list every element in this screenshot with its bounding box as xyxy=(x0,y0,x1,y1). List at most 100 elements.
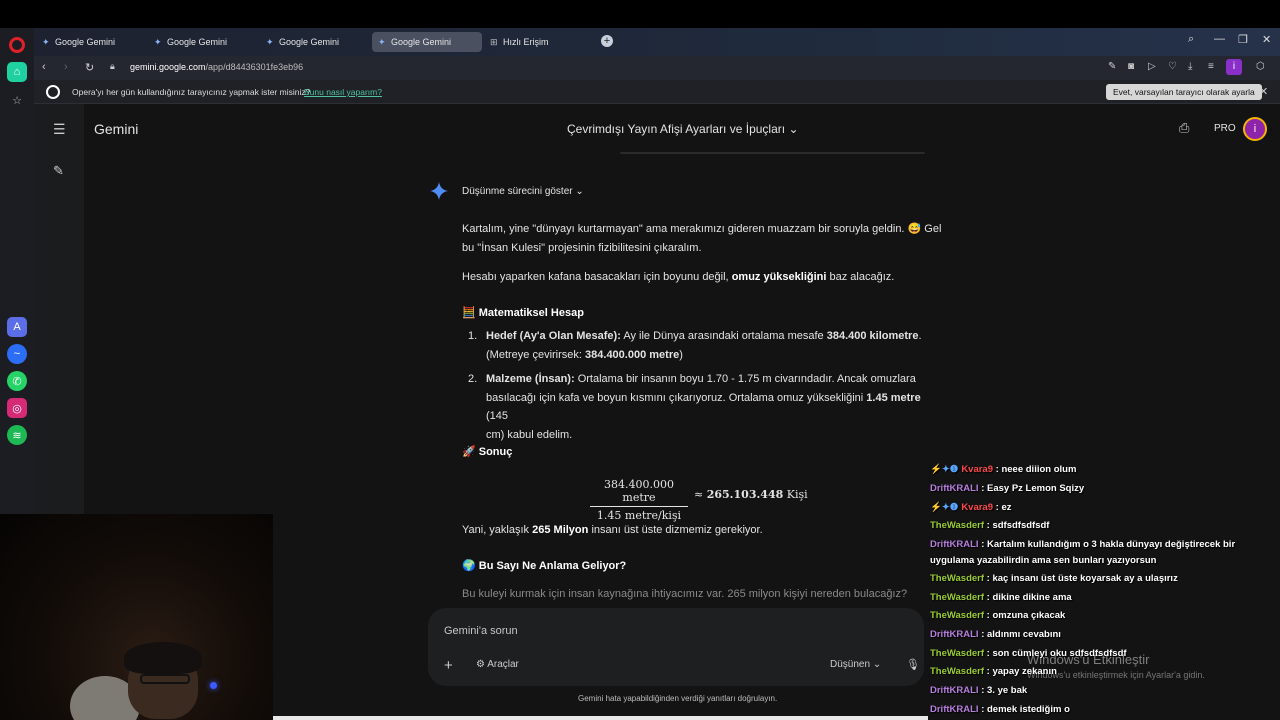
add-icon[interactable]: + xyxy=(444,657,453,674)
app-title: Gemini xyxy=(94,121,139,137)
tab-gemini-2[interactable]: ✦ Google Gemini xyxy=(148,32,258,52)
home-icon[interactable]: ⌂ xyxy=(7,62,27,82)
spotify-icon[interactable]: ≋ xyxy=(7,425,27,445)
chat-message: DriftKRALI : 3. ye bak xyxy=(930,685,1028,696)
tab-gemini-1[interactable]: ✦ Google Gemini xyxy=(36,32,146,52)
divider xyxy=(620,152,925,154)
avatar[interactable]: i xyxy=(1243,117,1267,141)
tools-button[interactable]: ⚙ Araçlar xyxy=(476,659,519,670)
gemini-icon: ✦ xyxy=(266,36,274,47)
webcam-light xyxy=(210,682,217,689)
tab-speed-dial[interactable]: ⊞ Hızlı Erişim xyxy=(484,32,594,52)
tab-gemini-active[interactable]: ✦ Google Gemini xyxy=(372,32,482,52)
prompt-input[interactable]: Gemini'a sorun xyxy=(444,625,518,637)
address-bar: ‹ › ↻ 🔒︎ gemini.google.com/app/d84436301… xyxy=(34,56,1280,80)
tab-bar: ✦ Google Gemini ✦ Google Gemini ✦ Google Ge… xyxy=(34,28,1280,56)
bottom-strip xyxy=(273,716,928,720)
tools-icon: ⚙ xyxy=(476,659,485,670)
show-thinking-toggle[interactable]: Düşünme sürecini göster ⌄ xyxy=(462,186,584,197)
gemini-icon: ✦ xyxy=(378,36,386,47)
heading-meaning: 🌍 Bu Sayı Ne Anlama Geliyor? xyxy=(462,560,627,572)
opera-logo-icon xyxy=(46,85,60,99)
disclaimer: Gemini hata yapabildiğinden verdiği yanı… xyxy=(578,694,778,703)
chat-message: ⚡✦❶ Kvara9 : ez xyxy=(930,502,1012,513)
play-icon[interactable]: ▷ xyxy=(1148,61,1156,72)
list-number: 1. xyxy=(468,330,478,342)
search-icon[interactable]: ⌕ xyxy=(1188,33,1194,46)
list-number: 2. xyxy=(468,373,478,385)
windows-activation-subtitle: Windows'u etkinleştirmek için Ayarlar'a … xyxy=(1027,670,1205,680)
chevron-down-icon: ⌄ xyxy=(788,122,799,136)
formula-result: ≈ 265.103.448 Kişi xyxy=(694,488,808,501)
gemini-spark-icon xyxy=(430,182,448,200)
list-item-target: Hedef (Ay'a Olan Mesafe): Ay ile Dünya a… xyxy=(486,330,922,361)
whatsapp-icon[interactable]: ✆ xyxy=(7,371,27,391)
hamburger-menu-icon[interactable]: ☰ xyxy=(53,121,66,138)
chat-message: DriftKRALI : aldınmı cevabını xyxy=(930,629,1061,640)
download-icon[interactable]: ⤓ xyxy=(1188,61,1192,72)
heart-icon[interactable]: ♡ xyxy=(1168,61,1177,72)
box-icon[interactable]: ⬡ xyxy=(1256,61,1265,72)
menu-icon[interactable]: ≡ xyxy=(1208,61,1214,72)
reload-icon[interactable]: ↻ xyxy=(85,61,94,74)
restore-icon[interactable]: ❐ xyxy=(1238,33,1248,46)
chat-message: DriftKRALI : demek istediğim o xyxy=(930,704,1070,715)
windows-activation-title: Windows'u Etkinleştir xyxy=(1027,652,1150,667)
chat-message: TheWasderf : kaç insanı üst üste koyarsa… xyxy=(930,573,1178,584)
chevron-down-icon: ⌄ xyxy=(872,659,882,670)
aria-icon[interactable]: A xyxy=(7,317,27,337)
heading-result: 🚀 Sonuç xyxy=(462,446,513,458)
heading-math: 🧮 Matematiksel Hesap xyxy=(462,307,584,319)
top-strip xyxy=(0,0,1280,28)
webcam-glasses xyxy=(140,674,190,684)
prompt-box: Gemini'a sorun + ⚙ Araçlar Düşünen ⌄ 🎙︎ xyxy=(428,608,924,686)
edit-icon[interactable]: ✎ xyxy=(1108,61,1116,72)
star-icon[interactable]: ☆ xyxy=(7,90,27,110)
default-browser-infobar: Opera'yı her gün kullandığınız tarayıcın… xyxy=(34,80,1280,104)
webcam-hair xyxy=(124,642,202,674)
chat-message: TheWasderf : sdfsdfsdfsdf xyxy=(930,520,1050,531)
screen: ⌂ ☆ A ~ ✆ ◎ ≋ ✦ Google Gemini ✦ Google Gem… xyxy=(0,0,1280,720)
pro-badge[interactable]: PRO xyxy=(1214,123,1236,134)
infobar-close-icon[interactable]: ✕ xyxy=(1259,85,1268,98)
camera-icon[interactable]: ◙ xyxy=(1128,61,1134,72)
chat-message: TheWasderf : omzuna çıkacak xyxy=(930,610,1066,621)
webcam-overlay xyxy=(0,514,273,720)
print-icon[interactable]: ⎙ xyxy=(1179,120,1189,136)
instagram-icon[interactable]: ◎ xyxy=(7,398,27,418)
forward-icon[interactable]: › xyxy=(64,61,68,73)
infobar-text: Opera'yı her gün kullandığınız tarayıcın… xyxy=(72,87,311,97)
speed-dial-icon: ⊞ xyxy=(490,36,498,47)
model-selector[interactable]: Düşünen ⌄ xyxy=(830,659,881,670)
infobar-link[interactable]: Bunu nasıl yaparım? xyxy=(304,87,382,97)
messenger-icon[interactable]: ~ xyxy=(7,344,27,364)
chat-message: ⚡✦❶ Kvara9 : neee diiion olum xyxy=(930,464,1077,475)
new-tab-icon[interactable]: + xyxy=(601,35,613,47)
extension-icon[interactable]: i xyxy=(1226,59,1242,75)
chevron-down-icon: ⌄ xyxy=(575,186,584,197)
back-icon[interactable]: ‹ xyxy=(42,61,46,73)
tab-gemini-3[interactable]: ✦ Google Gemini xyxy=(260,32,370,52)
gemini-icon: ✦ xyxy=(42,36,50,47)
close-icon[interactable]: ✕ xyxy=(1262,33,1271,46)
mic-icon[interactable]: 🎙︎ xyxy=(906,658,920,671)
opera-logo-icon[interactable] xyxy=(9,37,25,53)
minimize-icon[interactable]: — xyxy=(1214,33,1225,45)
paragraph-result: Yani, yaklaşık 265 Milyon insanı üst üst… xyxy=(462,524,763,536)
list-item-material: Malzeme (İnsan): Ortalama bir insanın bo… xyxy=(486,373,921,441)
paragraph-basis: Hesabı yaparken kafana basacakları için … xyxy=(462,271,895,283)
formula-denominator: 1.45 metre/kişi xyxy=(596,509,682,522)
formula-numerator: 384.400.000 metre xyxy=(590,478,688,507)
paragraph-intro: Kartalım, yine "dünyayı kurtarmayan" ama… xyxy=(462,223,942,254)
lock-icon: 🔒︎ xyxy=(110,61,115,71)
gemini-icon: ✦ xyxy=(154,36,162,47)
set-default-button[interactable]: Evet, varsayılan tarayıcı olarak ayarla xyxy=(1106,84,1262,100)
url-field[interactable]: gemini.google.com/app/d84436301fe3eb96 xyxy=(130,62,303,72)
chat-message: DriftKRALI : Kartalım kullandığım o 3 ha… xyxy=(930,539,1236,566)
formula-fraction: 384.400.000 metre 1.45 metre/kişi xyxy=(590,478,688,522)
faded-paragraph: Bu kuleyi kurmak için insan kaynağına ih… xyxy=(462,588,908,600)
chat-title-dropdown[interactable]: Çevrimdışı Yayın Afişi Ayarları ve İpuçl… xyxy=(567,122,799,136)
new-chat-icon[interactable]: ✎ xyxy=(53,163,64,179)
chat-message: DriftKRALI : Easy Pz Lemon Sqizy xyxy=(930,483,1085,494)
chat-message: TheWasderf : dikine dikine ama xyxy=(930,592,1072,603)
